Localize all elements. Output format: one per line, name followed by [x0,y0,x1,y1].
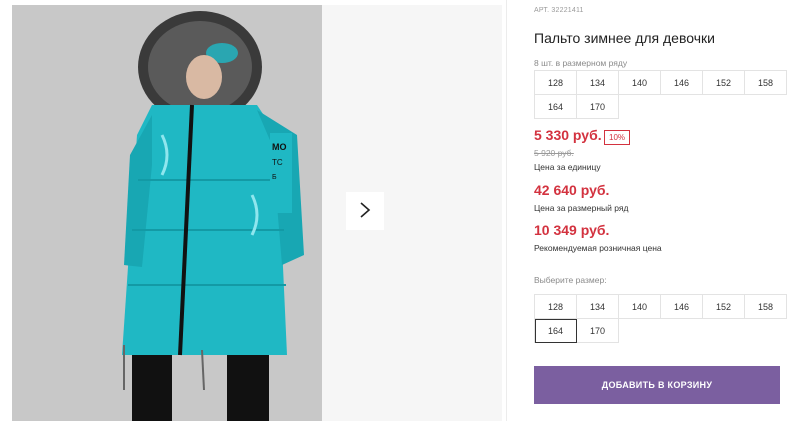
pack-size-cell: 158 [745,71,787,95]
svg-text:MO: MO [272,142,287,152]
svg-text:ТС: ТС [272,158,283,167]
size-option[interactable]: 128 [535,295,577,319]
pack-size-cell: 140 [619,71,661,95]
size-option[interactable]: 134 [577,295,619,319]
pack-size-grid: 128 134 140 146 152 158 164 170 [534,70,787,119]
old-price: 5 920 руб. [534,148,574,158]
size-option[interactable]: 170 [577,319,619,343]
svg-text:Б: Б [272,174,277,181]
pack-size-cell: 128 [535,71,577,95]
size-select-caption: Выберите размер: [534,275,607,285]
size-option[interactable]: 140 [619,295,661,319]
vertical-divider [506,0,507,421]
size-option[interactable]: 146 [661,295,703,319]
size-option[interactable]: 158 [745,295,787,319]
coat-illustration: MO ТС Б [12,5,322,421]
size-option[interactable]: 152 [703,295,745,319]
pack-size-cell: 170 [577,95,619,119]
product-gallery: MO ТС Б [12,5,502,421]
size-select-grid: 128 134 140 146 152 158 164 170 [534,294,787,343]
pack-size-cell: 164 [535,95,577,119]
pack-size-cell: 134 [577,71,619,95]
pack-size-cell: 152 [703,71,745,95]
row-price-label: Цена за размерный ряд [534,203,629,213]
row-price: 42 640 руб. [534,182,610,198]
unit-price: 5 330 руб. [534,127,602,143]
article-number: АРТ. 32221411 [534,7,584,14]
product-title: Пальто зимнее для девочки [534,30,715,46]
next-image-button[interactable] [346,192,384,230]
retail-price: 10 349 руб. [534,222,610,238]
retail-price-label: Рекомендуемая розничная цена [534,243,662,253]
size-option-selected[interactable]: 164 [535,319,577,343]
pack-caption: 8 шт. в размерном ряду [534,58,628,68]
add-to-cart-button[interactable]: ДОБАВИТЬ В КОРЗИНУ [534,366,780,404]
unit-price-label: Цена за единицу [534,162,601,172]
product-photo: MO ТС Б [12,5,322,421]
pack-size-cell: 146 [661,71,703,95]
chevron-right-icon [359,201,371,222]
discount-badge: 10% [604,130,631,145]
